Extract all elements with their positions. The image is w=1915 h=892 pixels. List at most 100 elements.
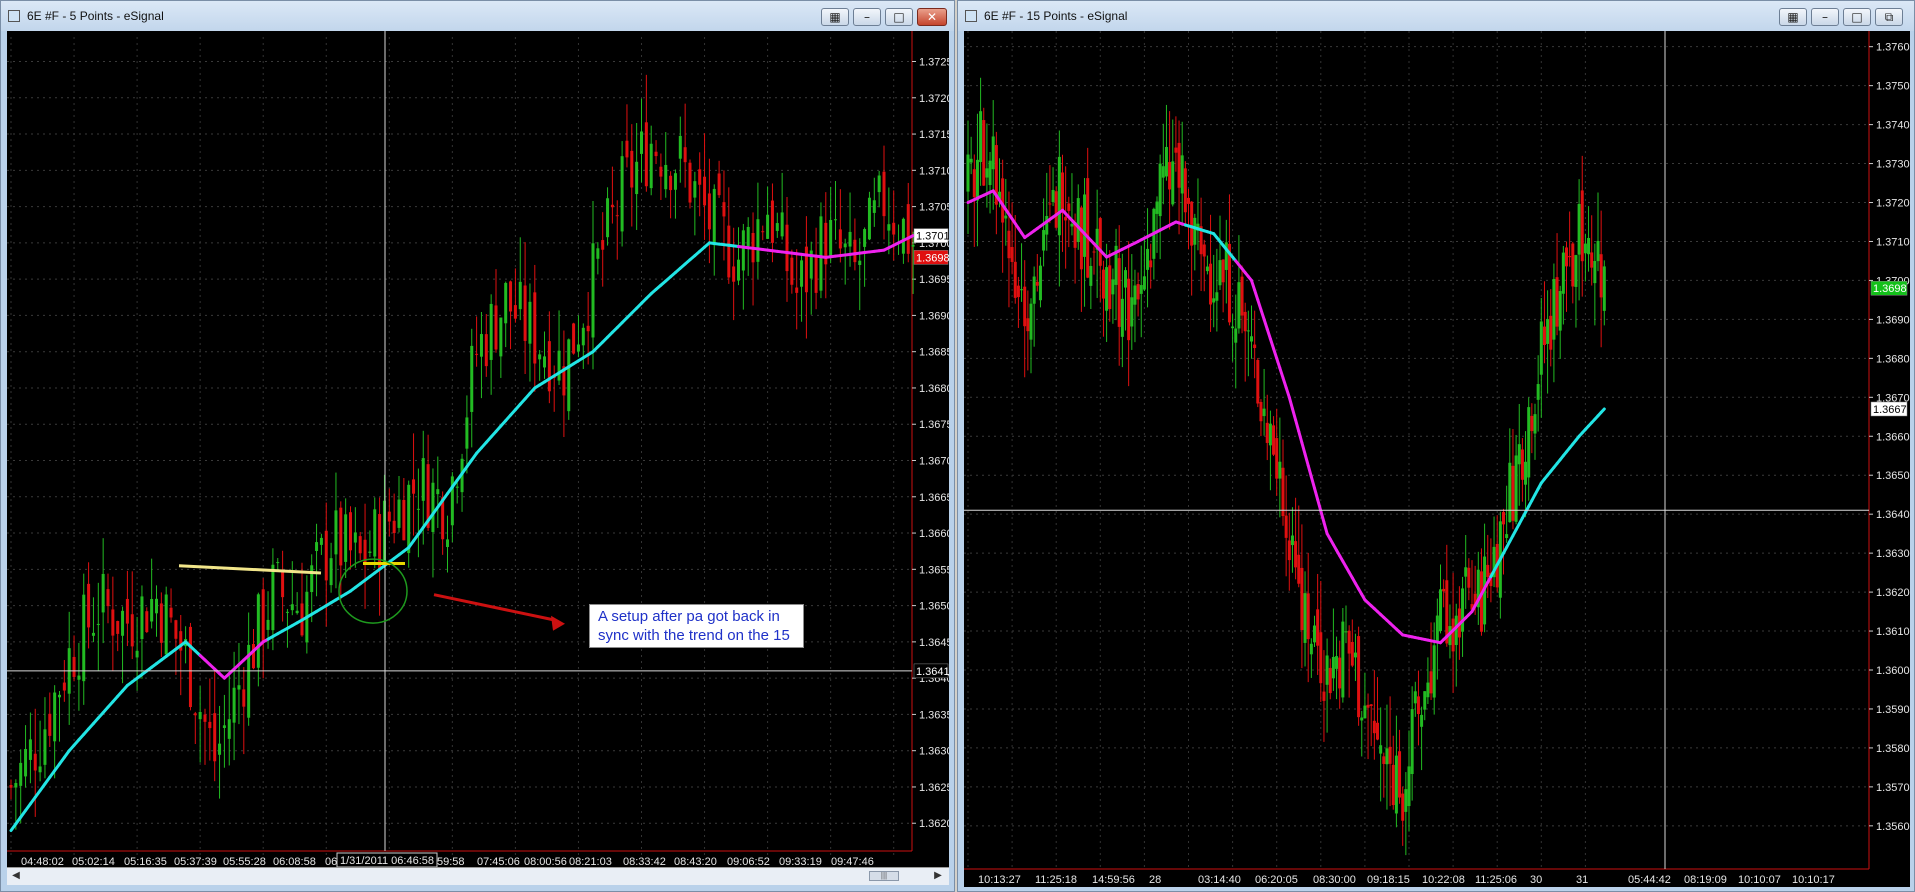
scroll-left-icon[interactable]: ◀ bbox=[9, 870, 23, 882]
price-chart[interactable]: 1.37251.37201.37151.37101.37051.37001.36… bbox=[7, 31, 949, 867]
time-tick-label: 06 bbox=[325, 856, 337, 867]
candle bbox=[1533, 414, 1537, 434]
minimize-button[interactable]: – bbox=[853, 8, 881, 26]
candle bbox=[1265, 422, 1269, 443]
time-tick-label: 09:18:15 bbox=[1367, 874, 1410, 886]
time-tick-label: 07:45:06 bbox=[477, 856, 520, 867]
candle bbox=[1240, 276, 1244, 316]
candle bbox=[1051, 189, 1055, 203]
title-bar[interactable]: 6E #F - 5 Points - eSignal ▦ – □ ✕ bbox=[1, 1, 954, 31]
candle bbox=[1439, 589, 1442, 632]
moving-average-segment bbox=[1259, 308, 1266, 321]
moving-average-segment bbox=[1306, 463, 1313, 479]
candle bbox=[1111, 279, 1115, 295]
candle bbox=[48, 713, 52, 736]
price-tick-label: 1.3720 bbox=[1876, 198, 1910, 210]
candle bbox=[620, 156, 624, 232]
moving-average-price-label: 1.3667 bbox=[1873, 404, 1907, 416]
price-tick-label: 1.3675 bbox=[919, 419, 949, 431]
maximize-button[interactable]: □ bbox=[1843, 8, 1871, 26]
horizontal-scrollbar[interactable]: ◀ ||| ▶ bbox=[7, 867, 949, 885]
moving-average-segment bbox=[1262, 317, 1269, 331]
link-button[interactable]: ▦ bbox=[1779, 8, 1807, 26]
candle bbox=[499, 317, 503, 357]
candle bbox=[1253, 344, 1257, 349]
price-tick-label: 1.3630 bbox=[1876, 548, 1910, 560]
candle bbox=[14, 783, 18, 788]
candle bbox=[615, 215, 619, 217]
candle bbox=[1561, 252, 1565, 294]
candle bbox=[1309, 643, 1313, 655]
minimize-button[interactable]: – bbox=[1811, 8, 1839, 26]
chart-canvas[interactable]: 1.37601.37501.37401.37301.37201.37101.37… bbox=[964, 31, 1910, 887]
candle bbox=[1542, 326, 1546, 345]
time-tick-label: 08:21:03 bbox=[569, 856, 612, 867]
time-tick-label: 05:02:14 bbox=[72, 856, 115, 867]
candle bbox=[339, 507, 343, 566]
candle bbox=[164, 594, 168, 655]
candle bbox=[635, 161, 639, 195]
last-price-label: 1.3701 bbox=[916, 231, 949, 243]
time-tick-label: 05:44:42 bbox=[1628, 874, 1671, 886]
candle bbox=[349, 512, 352, 551]
restore-button[interactable]: ⧉ bbox=[1875, 8, 1903, 26]
candle bbox=[576, 344, 580, 352]
time-tick-label: 14:59:56 bbox=[1092, 874, 1135, 886]
candle bbox=[1124, 270, 1127, 288]
candle bbox=[1555, 277, 1559, 327]
candle bbox=[906, 204, 910, 254]
time-tick-label: 09:47:46 bbox=[831, 856, 874, 867]
chart-window-5-points[interactable]: 6E #F - 5 Points - eSignal ▦ – □ ✕ 1.372… bbox=[0, 0, 955, 892]
candle bbox=[121, 610, 125, 636]
candle bbox=[1004, 215, 1008, 219]
candle bbox=[266, 619, 270, 630]
candle bbox=[1142, 276, 1146, 290]
time-tick-label: 30 bbox=[1530, 874, 1542, 886]
candle bbox=[1565, 247, 1568, 267]
candle bbox=[1136, 284, 1140, 300]
candle bbox=[975, 159, 979, 201]
chart-canvas[interactable]: 1.37251.37201.37151.37101.37051.37001.36… bbox=[7, 31, 949, 867]
candle bbox=[872, 200, 876, 213]
scroll-right-icon[interactable]: ▶ bbox=[931, 870, 945, 882]
candle bbox=[397, 499, 401, 528]
candle bbox=[741, 230, 745, 271]
candle bbox=[1536, 384, 1540, 400]
moving-average-segment bbox=[1297, 429, 1304, 445]
moving-average-segment bbox=[1599, 407, 1606, 414]
time-tick-label: 03:14:40 bbox=[1198, 874, 1241, 886]
maximize-button[interactable]: □ bbox=[885, 8, 913, 26]
candle bbox=[479, 334, 483, 357]
candle bbox=[1599, 254, 1603, 298]
candle bbox=[982, 120, 986, 186]
price-tick-label: 1.3710 bbox=[1876, 236, 1910, 248]
candle bbox=[91, 632, 95, 636]
scroll-thumb[interactable]: ||| bbox=[869, 871, 899, 881]
candle bbox=[28, 739, 32, 760]
candle bbox=[53, 692, 57, 742]
candle bbox=[1042, 230, 1046, 251]
candle bbox=[625, 140, 629, 158]
candle bbox=[640, 131, 643, 154]
annotation-note[interactable]: A setup after pa got back in sync with t… bbox=[589, 604, 804, 648]
link-button[interactable]: ▦ bbox=[821, 8, 849, 26]
price-chart[interactable]: 1.37601.37501.37401.37301.37201.37101.37… bbox=[964, 31, 1910, 887]
candle bbox=[285, 611, 289, 613]
moving-average-segment bbox=[1287, 395, 1294, 411]
candle bbox=[523, 285, 527, 341]
candle bbox=[853, 239, 857, 263]
candle bbox=[1272, 425, 1276, 455]
candle bbox=[698, 169, 702, 185]
candle bbox=[509, 281, 513, 312]
candle bbox=[125, 598, 129, 624]
candle bbox=[819, 216, 823, 291]
chart-window-15-points[interactable]: 6E #F - 15 Points - eSignal ▦ – □ ⧉ 1.37… bbox=[957, 0, 1915, 892]
candle bbox=[1127, 278, 1131, 341]
candle bbox=[1429, 671, 1433, 694]
candle bbox=[1385, 748, 1389, 765]
candle bbox=[276, 562, 280, 564]
close-button[interactable]: ✕ bbox=[917, 8, 947, 26]
time-tick-label: 08:30:00 bbox=[1313, 874, 1356, 886]
crosshair-time-label: 1/31/2011 06:46:58 bbox=[340, 855, 434, 867]
title-bar[interactable]: 6E #F - 15 Points - eSignal ▦ – □ ⧉ bbox=[958, 1, 1914, 31]
